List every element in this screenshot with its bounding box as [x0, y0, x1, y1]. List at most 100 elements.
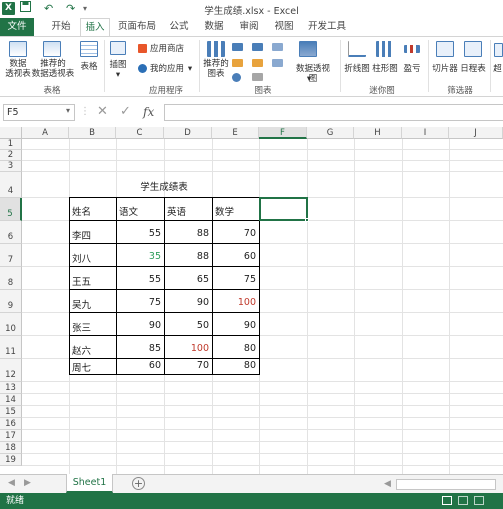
row-header-16[interactable]: 16 [0, 418, 22, 430]
insert-function-icon[interactable]: fx [143, 105, 154, 122]
pie-chart-icon[interactable] [232, 73, 241, 82]
row-header-4[interactable]: 4 [0, 172, 22, 198]
cell-chinese[interactable]: 90 [117, 320, 164, 331]
scroll-prev-sheet-icon[interactable]: ◀ [8, 478, 15, 488]
row-header-6[interactable]: 6 [0, 221, 22, 244]
column-header-i[interactable]: I [402, 127, 449, 139]
timeline-button[interactable]: 日程表 [459, 64, 487, 74]
page-break-view-icon[interactable] [474, 496, 484, 505]
select-all-button[interactable] [0, 127, 22, 139]
cell-math[interactable]: 80 [213, 343, 259, 354]
hscroll-left-icon[interactable]: ◀ [384, 479, 391, 489]
recommended-pivot-button[interactable]: 推荐的 数据透视表 [31, 59, 75, 79]
cell-chinese[interactable]: 35 [117, 251, 164, 262]
sparkline-winloss-button[interactable]: 盈亏 [400, 64, 424, 74]
tab-formulas[interactable]: 公式 [164, 18, 194, 36]
pivot-chart-dropdown-icon[interactable]: ▾ [304, 74, 314, 84]
row-header-19[interactable]: 19 [0, 454, 22, 466]
cell-name[interactable]: 吴九 [70, 297, 116, 311]
cell-math[interactable]: 75 [213, 274, 259, 285]
header-english[interactable]: 英语 [165, 204, 212, 218]
add-sheet-icon[interactable]: + [132, 477, 145, 490]
row-header-9[interactable]: 9 [0, 290, 22, 313]
row-header-12[interactable]: 12 [0, 359, 22, 382]
cell-math[interactable]: 80 [213, 360, 259, 371]
cell-english[interactable]: 70 [165, 360, 212, 371]
slicer-button[interactable]: 切片器 [431, 64, 459, 74]
table-button[interactable]: 表格 [76, 62, 102, 72]
row-header-17[interactable]: 17 [0, 430, 22, 442]
cell-english[interactable]: 88 [165, 251, 212, 262]
column-header-e[interactable]: E [212, 127, 259, 139]
cell-english[interactable]: 65 [165, 274, 212, 285]
cell-english[interactable]: 90 [165, 297, 212, 308]
sparkline-line-button[interactable]: 折线图 [343, 64, 371, 74]
cell-english[interactable]: 88 [165, 228, 212, 239]
header-name[interactable]: 姓名 [70, 204, 116, 218]
illustrations-dropdown-icon[interactable]: ▾ [113, 70, 123, 80]
cell-name[interactable]: 周七 [70, 360, 116, 374]
cell-english[interactable]: 100 [165, 343, 212, 354]
cancel-icon[interactable]: ✕ [97, 104, 108, 121]
column-header-f[interactable]: F [259, 127, 307, 139]
cell-name[interactable]: 赵六 [70, 343, 116, 357]
row-header-1[interactable]: 1 [0, 139, 22, 150]
column-header-b[interactable]: B [69, 127, 116, 139]
header-chinese[interactable]: 语文 [117, 204, 164, 218]
column-header-j[interactable]: J [449, 127, 503, 139]
recommended-charts-button[interactable]: 推荐的 图表 [202, 59, 230, 79]
illustrations-button[interactable]: 插图 [106, 60, 130, 70]
cell-name[interactable]: 张三 [70, 320, 116, 334]
app-store-button[interactable]: 应用商店 [150, 44, 186, 54]
cell-math[interactable]: 70 [213, 228, 259, 239]
tab-file[interactable]: 文件 [0, 18, 34, 36]
tab-insert[interactable]: 插入 [80, 18, 110, 37]
combo-chart-icon[interactable] [252, 73, 263, 81]
cell-english[interactable]: 50 [165, 320, 212, 331]
row-header-11[interactable]: 11 [0, 336, 22, 359]
column-header-d[interactable]: D [164, 127, 212, 139]
worksheet-grid[interactable]: A B C D E F G H I J 1 2 3 4 5 6 7 8 9 10… [0, 127, 503, 474]
row-header-7[interactable]: 7 [0, 244, 22, 267]
hyperlink-button[interactable]: 超 [492, 64, 503, 74]
row-header-18[interactable]: 18 [0, 442, 22, 454]
my-apps-button[interactable]: 我的应用 [150, 64, 186, 74]
normal-view-icon[interactable] [442, 496, 452, 505]
tab-view[interactable]: 视图 [269, 18, 299, 36]
pivot-table-button[interactable]: 数据 透视表 [1, 59, 35, 79]
cell-math[interactable]: 60 [213, 251, 259, 262]
tab-review[interactable]: 审阅 [234, 18, 264, 36]
statistic-chart-icon[interactable] [252, 59, 263, 67]
tab-home[interactable]: 开始 [44, 18, 78, 36]
cell-chinese[interactable]: 75 [117, 297, 164, 308]
cell-chinese[interactable]: 55 [117, 274, 164, 285]
scroll-next-sheet-icon[interactable]: ▶ [24, 478, 31, 488]
sheet-tab-sheet1[interactable]: Sheet1 [66, 474, 113, 493]
tab-data[interactable]: 数据 [199, 18, 229, 36]
table-title[interactable]: 学生成绩表 [116, 179, 212, 193]
column-header-a[interactable]: A [22, 127, 69, 139]
my-apps-dropdown-icon[interactable]: ▾ [186, 64, 194, 74]
row-header-13[interactable]: 13 [0, 382, 22, 394]
cell-math[interactable]: 90 [213, 320, 259, 331]
horizontal-scrollbar[interactable] [396, 479, 496, 490]
row-header-10[interactable]: 10 [0, 313, 22, 336]
row-header-5[interactable]: 5 [0, 198, 22, 221]
cell-name[interactable]: 刘八 [70, 251, 116, 265]
row-header-14[interactable]: 14 [0, 394, 22, 406]
cell-name[interactable]: 李四 [70, 228, 116, 242]
column-header-c[interactable]: C [116, 127, 164, 139]
sparkline-column-button[interactable]: 柱形图 [371, 64, 399, 74]
cell-chinese[interactable]: 55 [117, 228, 164, 239]
cell-name[interactable]: 王五 [70, 274, 116, 288]
scatter-chart-icon[interactable] [272, 59, 283, 67]
tab-page-layout[interactable]: 页面布局 [115, 18, 159, 36]
cell-chinese[interactable]: 85 [117, 343, 164, 354]
formula-input[interactable] [164, 104, 503, 121]
name-box-dropdown-icon[interactable]: ▾ [66, 106, 70, 115]
enter-icon[interactable]: ✓ [120, 104, 131, 121]
name-box[interactable]: F5 [3, 104, 75, 121]
bar-chart-icon[interactable] [252, 43, 263, 51]
column-header-h[interactable]: H [354, 127, 402, 139]
column-chart-icon[interactable] [232, 43, 243, 51]
